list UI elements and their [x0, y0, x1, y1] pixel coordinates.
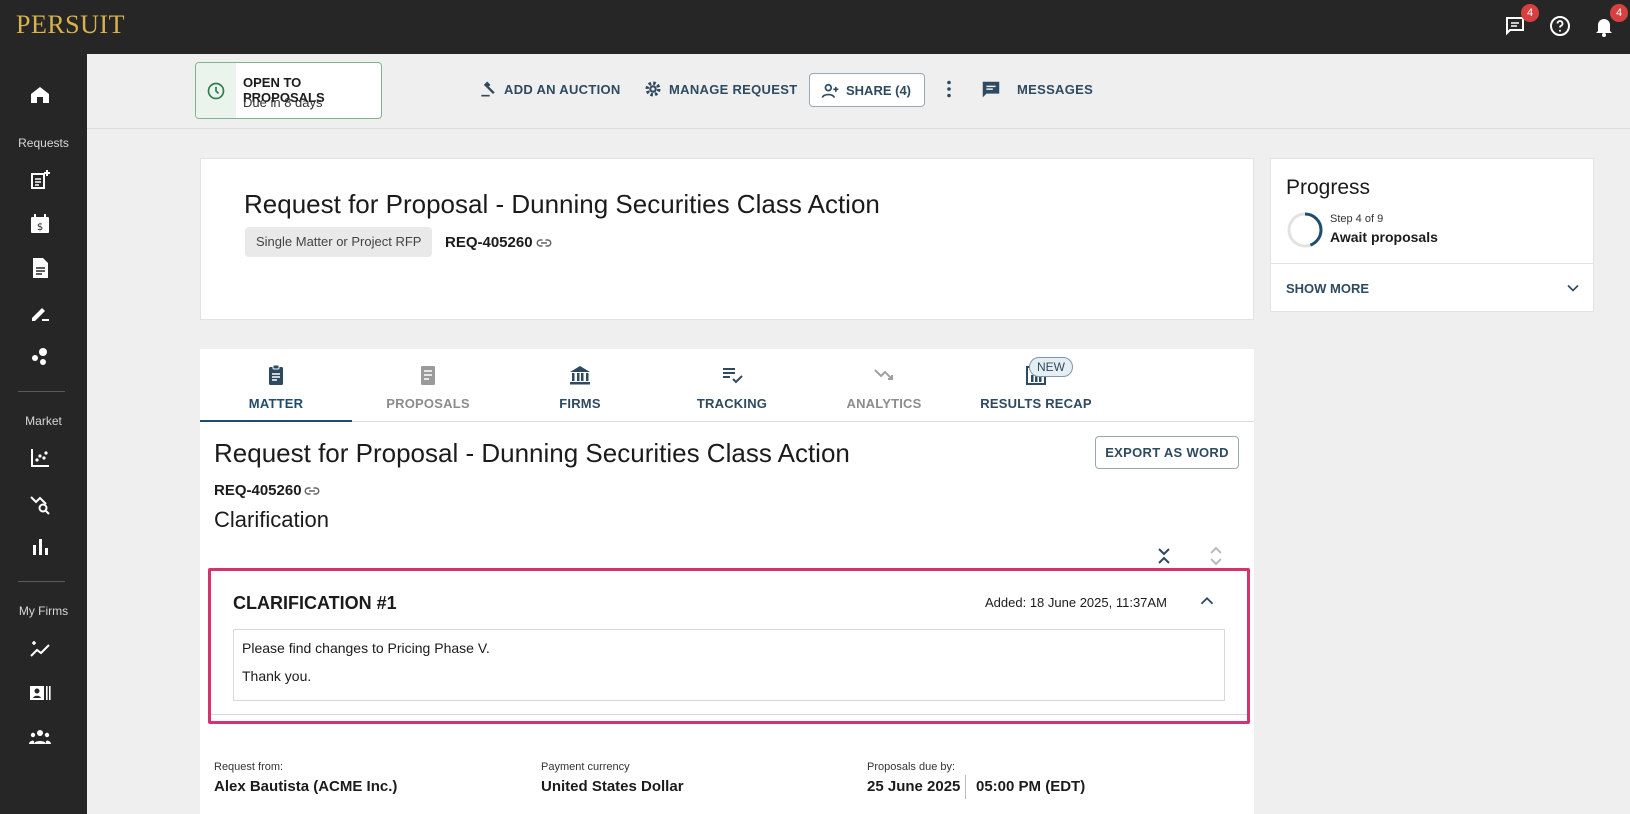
- copy-link-icon[interactable]: [303, 482, 321, 500]
- chevron-down-icon[interactable]: [1563, 278, 1583, 298]
- top-bar: PERSUIT 4 4: [0, 0, 1630, 54]
- section-heading: Clarification: [214, 507, 329, 532]
- status-due: Due in 8 days: [243, 95, 323, 110]
- chat-icon: [982, 81, 1000, 98]
- tab-matter[interactable]: MATTER: [200, 349, 352, 423]
- new-badge: NEW: [1029, 357, 1073, 377]
- request-id: REQ-405260: [445, 234, 533, 251]
- tab-analytics[interactable]: ANALYTICS: [808, 349, 960, 422]
- messages-badge: 4: [1521, 4, 1539, 22]
- persuit-logo[interactable]: PERSUIT: [16, 10, 125, 40]
- matter-title: Request for Proposal - Dunning Securitie…: [214, 438, 850, 468]
- proposals-due-time: 05:00 PM (EDT): [976, 778, 1086, 795]
- request-tabs: MATTER PROPOSALS FIRMS TRACKING ANALYTIC…: [200, 349, 1254, 423]
- checklist-icon: [723, 368, 743, 384]
- matter-request-id: REQ-405260: [214, 482, 302, 499]
- add-auction-button[interactable]: ADD AN AUCTION: [478, 81, 621, 97]
- nav-divider: [18, 391, 65, 392]
- nav-section-requests: Requests: [18, 136, 69, 150]
- document-icon[interactable]: [28, 256, 54, 282]
- clarification-divider: [211, 714, 1247, 715]
- progress-step: Step 4 of 9: [1330, 213, 1384, 225]
- side-nav: Requests $ Market My Firms: [0, 54, 87, 814]
- gavel-icon: [481, 81, 495, 97]
- manage-request-button[interactable]: MANAGE REQUEST: [643, 81, 798, 97]
- progress-step-name: Await proposals: [1330, 229, 1438, 245]
- clarification-line: Thank you.: [242, 668, 312, 684]
- chevron-up-icon[interactable]: [1196, 590, 1218, 612]
- notifications-bell-icon[interactable]: 4: [1592, 4, 1628, 38]
- new-request-icon[interactable]: [28, 168, 54, 194]
- nav-divider: [18, 581, 65, 582]
- clarification-added-date: Added: 18 June 2025, 11:37AM: [985, 595, 1167, 610]
- export-as-word-button[interactable]: EXPORT AS WORD: [1095, 436, 1239, 469]
- currency-value: United States Dollar: [541, 778, 684, 795]
- show-more-button[interactable]: SHOW MORE: [1286, 281, 1369, 296]
- nav-section-market: Market: [25, 414, 62, 428]
- share-button[interactable]: SHARE (4): [809, 73, 925, 107]
- signature-icon[interactable]: [28, 300, 54, 326]
- tab-firms[interactable]: FIRMS: [504, 349, 656, 422]
- add-auction-label: ADD AN AUCTION: [504, 82, 621, 97]
- request-header-card: Request for Proposal - Dunning Securitie…: [200, 158, 1254, 320]
- market-search-icon[interactable]: [28, 491, 54, 517]
- share-label: SHARE (4): [846, 83, 912, 98]
- tab-matter-label: MATTER: [248, 396, 304, 411]
- request-type-chip: Single Matter or Project RFP: [245, 227, 433, 257]
- clock-icon: [196, 63, 236, 118]
- currency-label: Payment currency: [541, 761, 630, 773]
- bar-chart-icon[interactable]: [28, 535, 54, 561]
- request-from-value: Alex Bautista (ACME Inc.): [214, 778, 398, 795]
- messages-icon[interactable]: 4: [1503, 4, 1539, 38]
- trending-down-icon: [874, 369, 893, 380]
- request-from-label: Request from:: [214, 761, 284, 773]
- clarification-body: Please find changes to Pricing Phase V. …: [233, 629, 1225, 701]
- billing-calendar-icon[interactable]: $: [28, 212, 54, 238]
- contact-card-icon[interactable]: [28, 681, 54, 707]
- copy-link-icon[interactable]: [535, 234, 553, 252]
- proposals-due-label: Proposals due by:: [867, 761, 956, 773]
- more-options-icon[interactable]: [945, 80, 953, 98]
- progress-card: Progress Step 4 of 9 Await proposals SHO…: [1270, 158, 1594, 312]
- groups-icon[interactable]: [28, 725, 54, 751]
- clipboard-icon: [269, 364, 283, 385]
- progress-title: Progress: [1286, 176, 1371, 199]
- svg-text:$: $: [37, 222, 43, 233]
- help-icon[interactable]: [1548, 14, 1572, 38]
- progress-ring: [1287, 212, 1323, 248]
- clarification-panel: CLARIFICATION #1 Added: 18 June 2025, 11…: [208, 568, 1250, 724]
- bank-icon: [570, 366, 590, 385]
- tab-firms-label: FIRMS: [559, 396, 601, 411]
- manage-request-label: MANAGE REQUEST: [669, 82, 798, 97]
- matter-content: Request for Proposal - Dunning Securitie…: [200, 422, 1254, 814]
- nav-section-my-firms: My Firms: [18, 604, 69, 618]
- scatter-chart-icon[interactable]: [28, 446, 54, 472]
- messages-button[interactable]: MESSAGES: [980, 81, 1093, 98]
- document-icon: [421, 366, 435, 385]
- clarification-title: CLARIFICATION #1: [233, 593, 397, 613]
- add-person-icon: [821, 83, 839, 98]
- proposals-due-date: 25 June 2025: [867, 778, 961, 795]
- expand-all-icon[interactable]: [1207, 545, 1225, 567]
- collapse-all-icon[interactable]: [1155, 545, 1173, 567]
- clarification-line: Please find changes to Pricing Phase V.: [242, 640, 490, 656]
- tab-analytics-label: ANALYTICS: [846, 396, 922, 411]
- home-icon[interactable]: [28, 83, 54, 109]
- bubbles-icon[interactable]: [28, 344, 54, 370]
- request-action-bar: OPEN TO PROPOSALS Due in 8 days ADD AN A…: [87, 54, 1630, 129]
- tab-tracking-label: TRACKING: [696, 396, 768, 411]
- gear-icon: [645, 81, 661, 97]
- due-separator: [965, 775, 966, 799]
- request-title: Request for Proposal - Dunning Securitie…: [244, 189, 880, 219]
- tab-tracking[interactable]: TRACKING: [656, 349, 808, 422]
- sparkle-trend-icon[interactable]: [28, 637, 54, 663]
- tab-proposals-label: PROPOSALS: [386, 396, 470, 411]
- progress-divider: [1271, 263, 1593, 264]
- tab-results-recap-label: RESULTS RECAP: [980, 396, 1092, 411]
- notifications-badge: 4: [1610, 4, 1628, 22]
- request-status-box[interactable]: OPEN TO PROPOSALS Due in 8 days: [195, 62, 382, 119]
- tab-proposals[interactable]: PROPOSALS: [352, 349, 504, 422]
